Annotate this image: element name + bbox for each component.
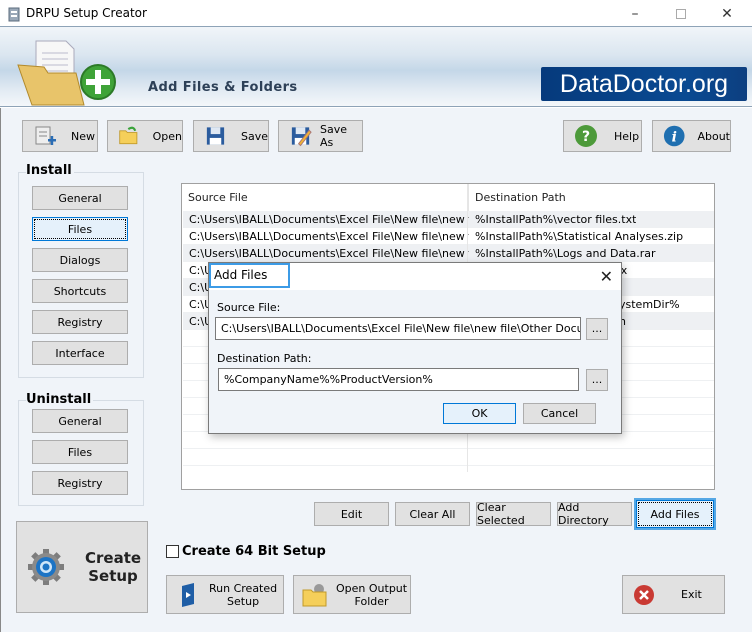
- save-icon: [206, 127, 225, 145]
- cancel-button[interactable]: Cancel: [523, 403, 596, 424]
- close-button[interactable]: ✕: [704, 0, 750, 27]
- source-file-input[interactable]: C:\Users\IBALL\Documents\Excel File\New …: [215, 317, 581, 340]
- open-button[interactable]: Open: [107, 120, 183, 152]
- maximize-icon: [676, 8, 686, 19]
- about-label: About: [697, 129, 730, 143]
- save-as-icon: [291, 127, 312, 147]
- save-as-button[interactable]: Save As: [278, 120, 363, 152]
- open-folder-icon: [119, 126, 138, 145]
- dialog-title: Add Files: [209, 263, 290, 288]
- add-directory-button[interactable]: Add Directory: [557, 501, 632, 527]
- create-setup-button[interactable]: Create Setup: [16, 521, 148, 613]
- page-heading: Add Files & Folders: [148, 80, 298, 95]
- table-row[interactable]: C:\Users\IBALL\Documents\Excel File\New …: [183, 228, 714, 245]
- open-label: Open: [152, 129, 182, 143]
- new-label: New: [71, 129, 95, 143]
- destination-browse-button[interactable]: ...: [586, 369, 608, 391]
- new-button[interactable]: New: [22, 120, 98, 152]
- svg-text:?: ?: [582, 129, 590, 145]
- brand-logo: DataDoctor.org: [541, 67, 747, 101]
- run-setup-line2: Setup: [227, 594, 260, 608]
- dialog-close-icon[interactable]: ✕: [600, 267, 613, 286]
- run-setup-icon: [182, 582, 194, 607]
- create-setup-line2: Setup: [88, 567, 138, 585]
- uninstall-group-title: Uninstall: [26, 392, 94, 407]
- title-bar: DRPU Setup Creator – ✕: [0, 0, 752, 27]
- column-header-destination[interactable]: Destination Path: [468, 184, 714, 211]
- table-row[interactable]: C:\Users\IBALL\Documents\Excel File\New …: [183, 245, 714, 262]
- table-row-empty: [183, 432, 714, 449]
- clear-all-button[interactable]: Clear All: [395, 502, 470, 526]
- output-folder-icon: [302, 583, 327, 606]
- app-icon: [8, 7, 20, 22]
- uninstall-files-button[interactable]: Files: [32, 440, 128, 464]
- maximize-button[interactable]: [658, 0, 704, 27]
- destination-path-label: Destination Path:: [217, 352, 312, 365]
- exit-label: Exit: [681, 588, 702, 601]
- ok-button[interactable]: OK: [443, 403, 516, 424]
- save-as-label: Save As: [320, 123, 348, 149]
- column-header-source[interactable]: Source File: [182, 184, 468, 211]
- install-shortcuts-button[interactable]: Shortcuts: [32, 279, 128, 303]
- uninstall-registry-button[interactable]: Registry: [32, 471, 128, 495]
- close-icon: ✕: [721, 5, 733, 22]
- about-button[interactable]: i About: [652, 120, 731, 152]
- help-icon: ?: [575, 125, 597, 147]
- install-interface-button[interactable]: Interface: [32, 341, 128, 365]
- open-output-line1: Open Output: [336, 581, 408, 595]
- clear-selected-button[interactable]: Clear Selected: [476, 501, 551, 527]
- run-created-setup-button[interactable]: Run Created Setup: [166, 575, 284, 614]
- save-button[interactable]: Save: [193, 120, 269, 152]
- run-setup-line1: Run Created: [209, 581, 278, 595]
- source-file-label: Source File:: [217, 301, 281, 314]
- install-dialogs-button[interactable]: Dialogs: [32, 248, 128, 272]
- install-general-button[interactable]: General: [32, 186, 128, 210]
- open-output-line2: Folder: [354, 594, 389, 608]
- svg-text:i: i: [672, 130, 677, 146]
- add-files-dialog: Add Files ✕ Source File: C:\Users\IBALL\…: [208, 262, 622, 434]
- window-title: DRPU Setup Creator: [26, 6, 147, 20]
- table-row[interactable]: C:\Users\IBALL\Documents\Excel File\New …: [183, 211, 714, 228]
- table-row-empty: [183, 449, 714, 466]
- exit-button[interactable]: Exit: [622, 575, 725, 614]
- gear-icon: [28, 549, 64, 585]
- info-icon: i: [663, 125, 685, 147]
- edit-button[interactable]: Edit: [314, 502, 389, 526]
- source-browse-button[interactable]: ...: [586, 318, 608, 340]
- save-label: Save: [240, 129, 268, 143]
- install-group-title: Install: [26, 163, 74, 178]
- uninstall-general-button[interactable]: General: [32, 409, 128, 433]
- exit-icon: [634, 584, 654, 605]
- help-button[interactable]: ? Help: [563, 120, 642, 152]
- install-registry-button[interactable]: Registry: [32, 310, 128, 334]
- open-output-folder-button[interactable]: Open Output Folder: [293, 575, 411, 614]
- help-label: Help: [614, 129, 640, 143]
- add-files-button[interactable]: Add Files: [636, 500, 714, 528]
- minimize-icon: –: [631, 5, 639, 22]
- folder-add-icon: [17, 40, 116, 106]
- create-64bit-checkbox[interactable]: [166, 545, 179, 558]
- destination-path-input[interactable]: %CompanyName%%ProductVersion%: [218, 368, 579, 391]
- create-64bit-label[interactable]: Create 64 Bit Setup: [182, 544, 326, 559]
- minimize-button[interactable]: –: [612, 0, 658, 27]
- install-files-button[interactable]: Files: [32, 217, 128, 241]
- create-setup-line1: Create: [85, 549, 142, 567]
- new-file-icon: [35, 126, 56, 145]
